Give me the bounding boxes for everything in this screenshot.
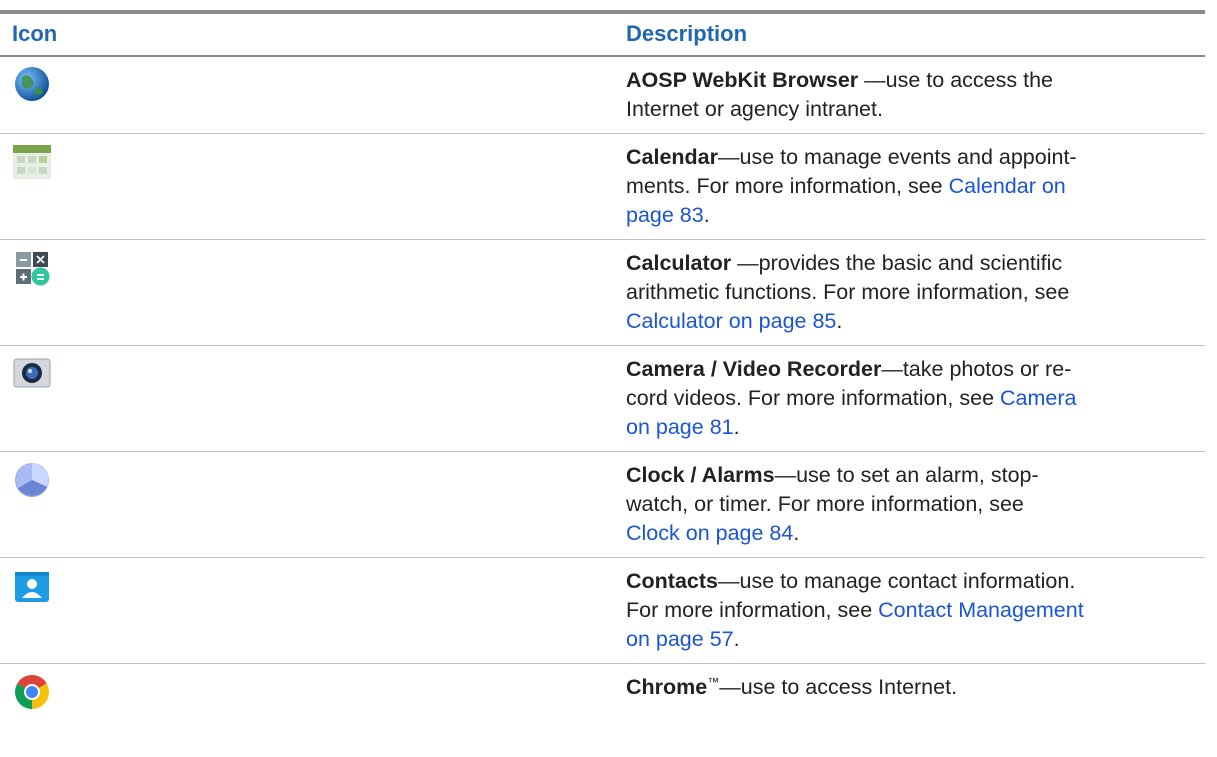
table-row: Calendar—use to manage events and appoin… [0, 134, 1205, 240]
table-row: AOSP WebKit Browser —use to access the I… [0, 57, 1205, 134]
clock-icon [12, 460, 52, 500]
description-cell: Calendar—use to manage events and appoin… [626, 145, 1077, 227]
globe-icon [12, 65, 52, 105]
column-header-description: Description [626, 21, 748, 46]
camera-icon [12, 354, 52, 394]
contact-management-link[interactable]: Contact Management [878, 598, 1084, 622]
calendar-link[interactable]: Calendar on [949, 174, 1066, 198]
table-row: Calculator —provides the basic and scien… [0, 240, 1205, 346]
description-cell: Camera / Video Recorder—take photos or r… [626, 357, 1077, 439]
camera-link[interactable]: Camera [1000, 386, 1076, 410]
table-row: Contacts—use to manage contact informati… [0, 558, 1205, 664]
description-cell: Calculator —provides the basic and scien… [626, 251, 1070, 333]
contacts-icon [12, 566, 52, 606]
chrome-icon [12, 672, 52, 712]
description-cell: AOSP WebKit Browser —use to access the I… [626, 68, 1053, 121]
table-row: Chrome™—use to access Internet. [0, 664, 1205, 724]
icon-table: Icon Description AOSP WebKit Browser —us… [0, 10, 1205, 724]
calendar-icon [12, 142, 52, 182]
description-cell: Contacts—use to manage contact informati… [626, 569, 1084, 651]
contact-management-link-page[interactable]: on page 57 [626, 627, 734, 651]
column-header-icon: Icon [12, 21, 58, 46]
table-row: Clock / Alarms—use to set an alarm, stop… [0, 452, 1205, 558]
table-row: Camera / Video Recorder—take photos or r… [0, 346, 1205, 452]
camera-link-page[interactable]: on page 81 [626, 415, 734, 439]
calculator-link[interactable]: Calculator on page 85 [626, 309, 836, 333]
calculator-icon [12, 248, 52, 288]
table-header: Icon Description [0, 14, 1205, 57]
description-cell: Clock / Alarms—use to set an alarm, stop… [626, 463, 1039, 545]
calendar-link-page[interactable]: page 83 [626, 203, 704, 227]
description-cell: Chrome™—use to access Internet. [626, 674, 958, 699]
clock-link[interactable]: Clock on page 84 [626, 521, 793, 545]
